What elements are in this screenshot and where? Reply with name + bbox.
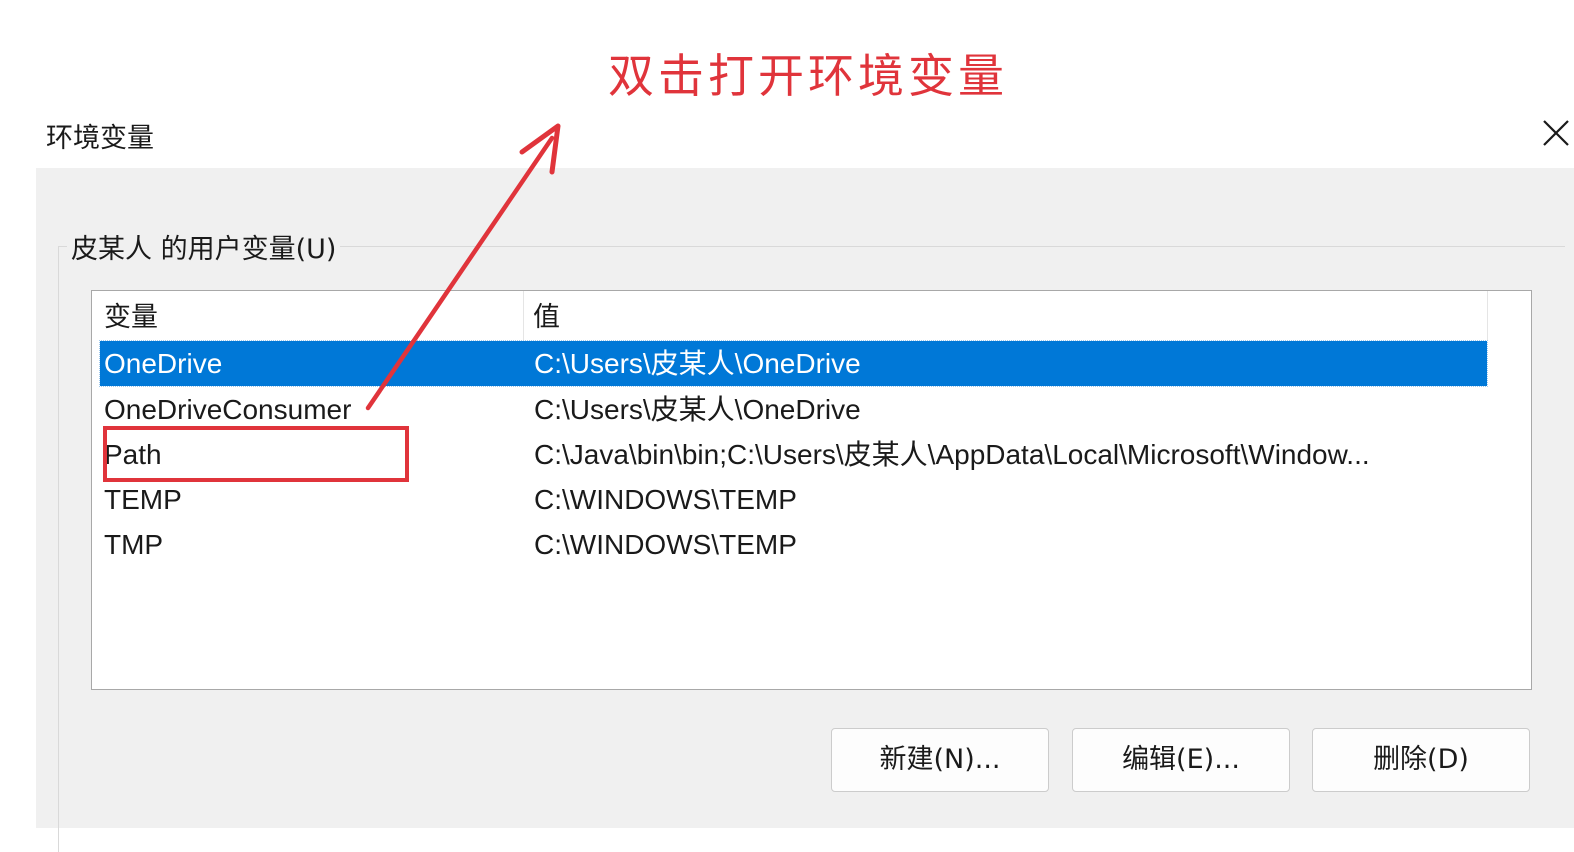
window-title: 环境变量 [46,123,154,154]
dialog-content: 皮某人 的用户变量(U) 变量 值 OneDrive C:\Users\皮某人\… [36,168,1574,852]
title-bar: 环境变量 [0,100,1574,168]
variable-name: OneDriveConsumer [104,394,352,425]
variable-value: C:\WINDOWS\TEMP [534,529,797,560]
variable-name: Path [104,439,162,470]
table-row[interactable]: OneDrive C:\Users\皮某人\OneDrive [99,340,1488,387]
close-icon [1543,120,1569,146]
screenshot-root: 双击打开环境变量 环境变量 皮某人 的用户变量(U) 变量 值 OneDrive… [0,0,1574,852]
variable-name: TMP [104,529,164,560]
variable-name: TEMP [104,484,182,515]
variable-value: C:\Users\皮某人\OneDrive [534,394,861,425]
variable-name: OneDrive [104,348,223,379]
column-header-value[interactable]: 值 [533,291,1433,341]
column-divider[interactable] [523,291,524,341]
close-button[interactable] [1532,108,1574,158]
new-button[interactable]: 新建(N)... [831,728,1049,792]
column-divider[interactable] [1487,291,1488,341]
variable-value: C:\WINDOWS\TEMP [534,484,797,515]
edit-button[interactable]: 编辑(E)... [1072,728,1290,792]
button-bar: 新建(N)... 编辑(E)... 删除(D) [36,728,1574,798]
table-row[interactable]: Path C:\Java\bin\bin;C:\Users\皮某人\AppDat… [100,432,1487,477]
table-row[interactable]: TEMP C:\WINDOWS\TEMP [100,477,1487,522]
column-header-variable[interactable]: 变量 [104,291,520,341]
annotation-text: 双击打开环境变量 [608,49,1008,103]
delete-button[interactable]: 删除(D) [1312,728,1530,792]
table-row[interactable]: TMP C:\WINDOWS\TEMP [100,522,1487,567]
table-row[interactable]: OneDriveConsumer C:\Users\皮某人\OneDrive [100,387,1487,432]
group-label: 皮某人 的用户变量(U) [67,227,341,266]
variable-value: C:\Users\皮某人\OneDrive [534,348,861,379]
user-variables-list[interactable]: 变量 值 OneDrive C:\Users\皮某人\OneDrive OneD… [91,290,1532,690]
list-header: 变量 值 [92,291,1488,341]
variable-value: C:\Java\bin\bin;C:\Users\皮某人\AppData\Loc… [534,439,1370,470]
